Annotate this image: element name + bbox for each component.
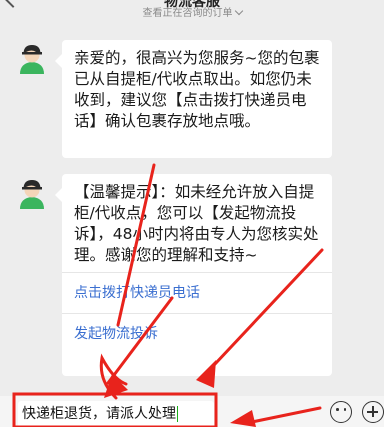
chevron-down-icon [234, 6, 243, 16]
message-input-text: 快递柜退货，请派人处理 [22, 406, 176, 422]
order-link[interactable]: 查看正在咨询的订单 [0, 4, 384, 19]
message-bubble: 【温馨提示】：如未经允许放入自提柜/代收点，您可以【发起物流投诉】，48小时内将… [55, 174, 332, 376]
message-text: 亲爱的，很高兴为您服务~您的包裹已从自提柜/代收点取出。如您仍未收到，建议您【点… [74, 49, 320, 130]
chat-header: 物流客服 查看正在咨询的订单 [0, 0, 384, 26]
avatar-icon[interactable] [14, 40, 50, 76]
text-caret [177, 406, 178, 422]
message-input[interactable]: 快递柜退货，请派人处理 [18, 401, 214, 427]
logistics-complaint-link[interactable]: 发起物流投诉 [62, 314, 332, 354]
message-text: 【温馨提示】：如未经允许放入自提柜/代收点，您可以【发起物流投诉】，48小时内将… [74, 183, 319, 264]
order-link-label: 查看正在咨询的订单 [142, 8, 233, 19]
avatar-icon[interactable] [14, 175, 50, 211]
message-bubble: 亲爱的，很高兴为您服务~您的包裹已从自提柜/代收点取出。如您仍未收到，建议您【点… [55, 40, 332, 158]
emoji-icon[interactable] [330, 401, 352, 423]
call-courier-link[interactable]: 点击拨打快递员电话 [62, 273, 332, 313]
input-bar: 快递柜退货，请派人处理 [0, 396, 384, 427]
annotation-arrow-head [104, 374, 128, 398]
plus-icon[interactable] [362, 401, 384, 423]
